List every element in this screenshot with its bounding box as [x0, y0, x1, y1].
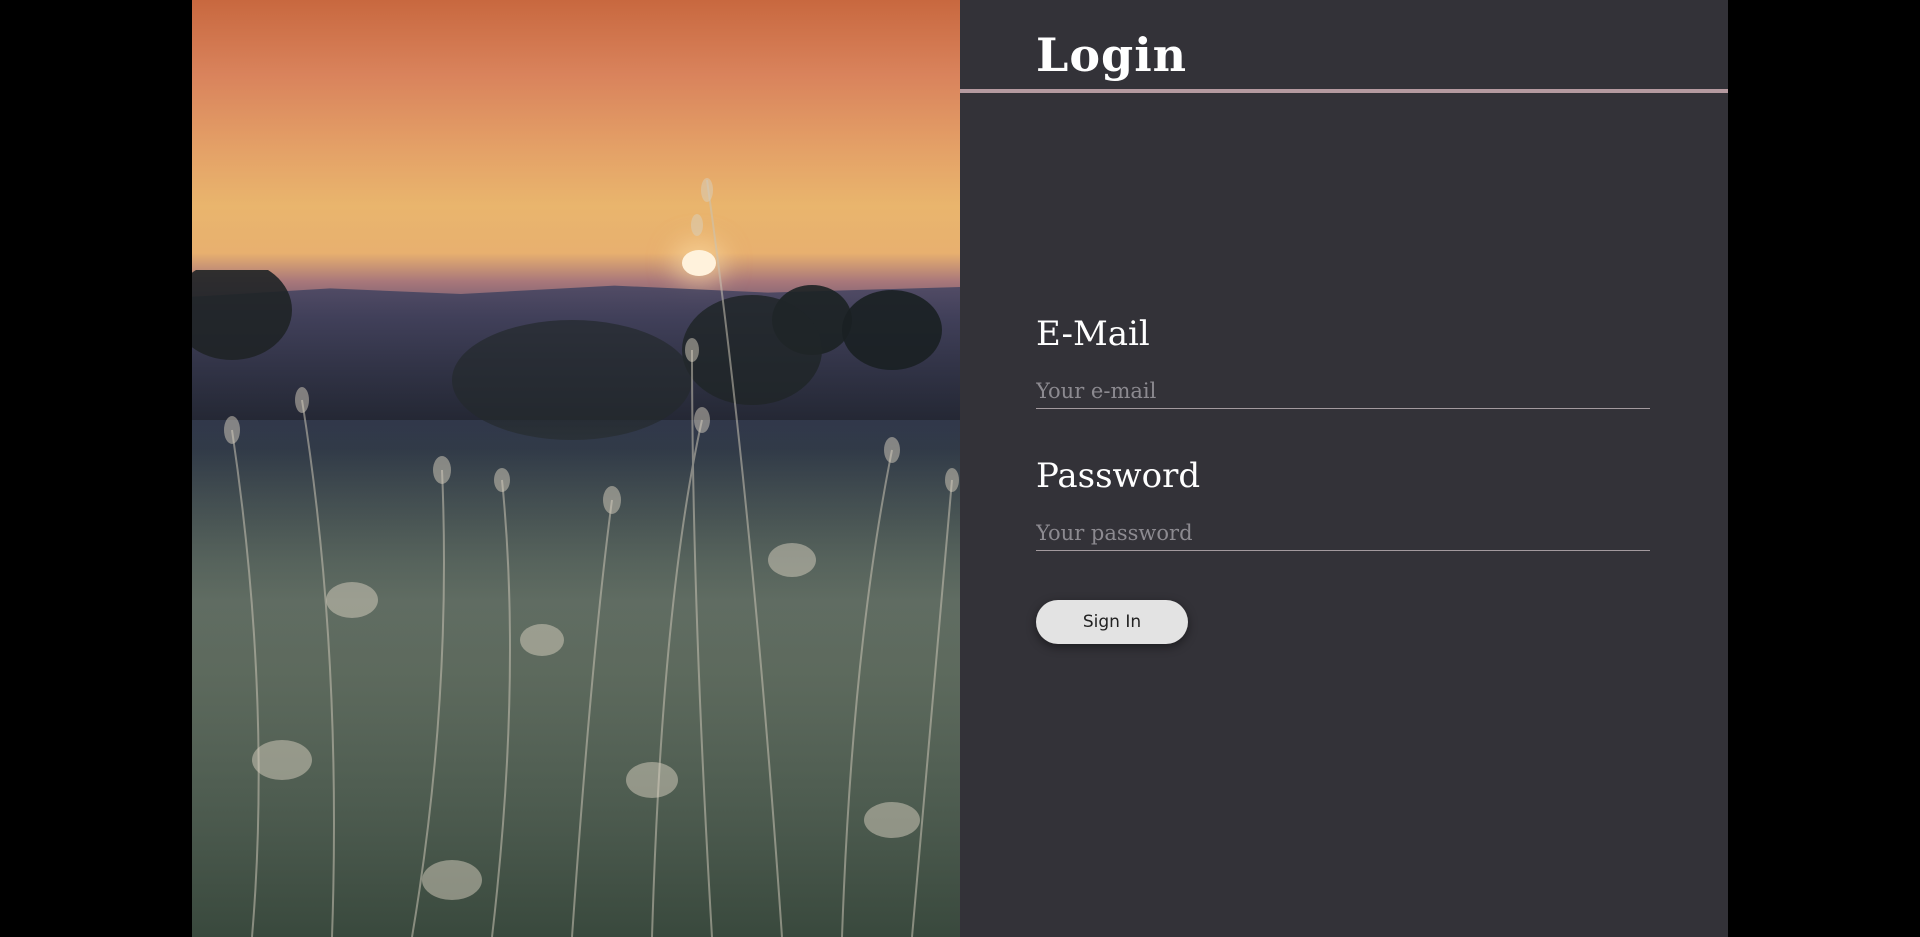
email-label: E-Mail — [1036, 314, 1150, 354]
password-label: Password — [1036, 456, 1201, 496]
sign-in-button[interactable]: Sign In — [1036, 600, 1188, 644]
grass-foreground — [192, 178, 960, 937]
email-field[interactable] — [1036, 374, 1650, 409]
page-title: Login — [1036, 28, 1188, 82]
login-form-panel: Login E-Mail Password Sign In — [960, 0, 1728, 937]
login-page: Login E-Mail Password Sign In — [0, 0, 1920, 937]
title-divider — [960, 89, 1728, 93]
password-field[interactable] — [1036, 516, 1650, 551]
sunset-grass-photo — [192, 0, 960, 937]
